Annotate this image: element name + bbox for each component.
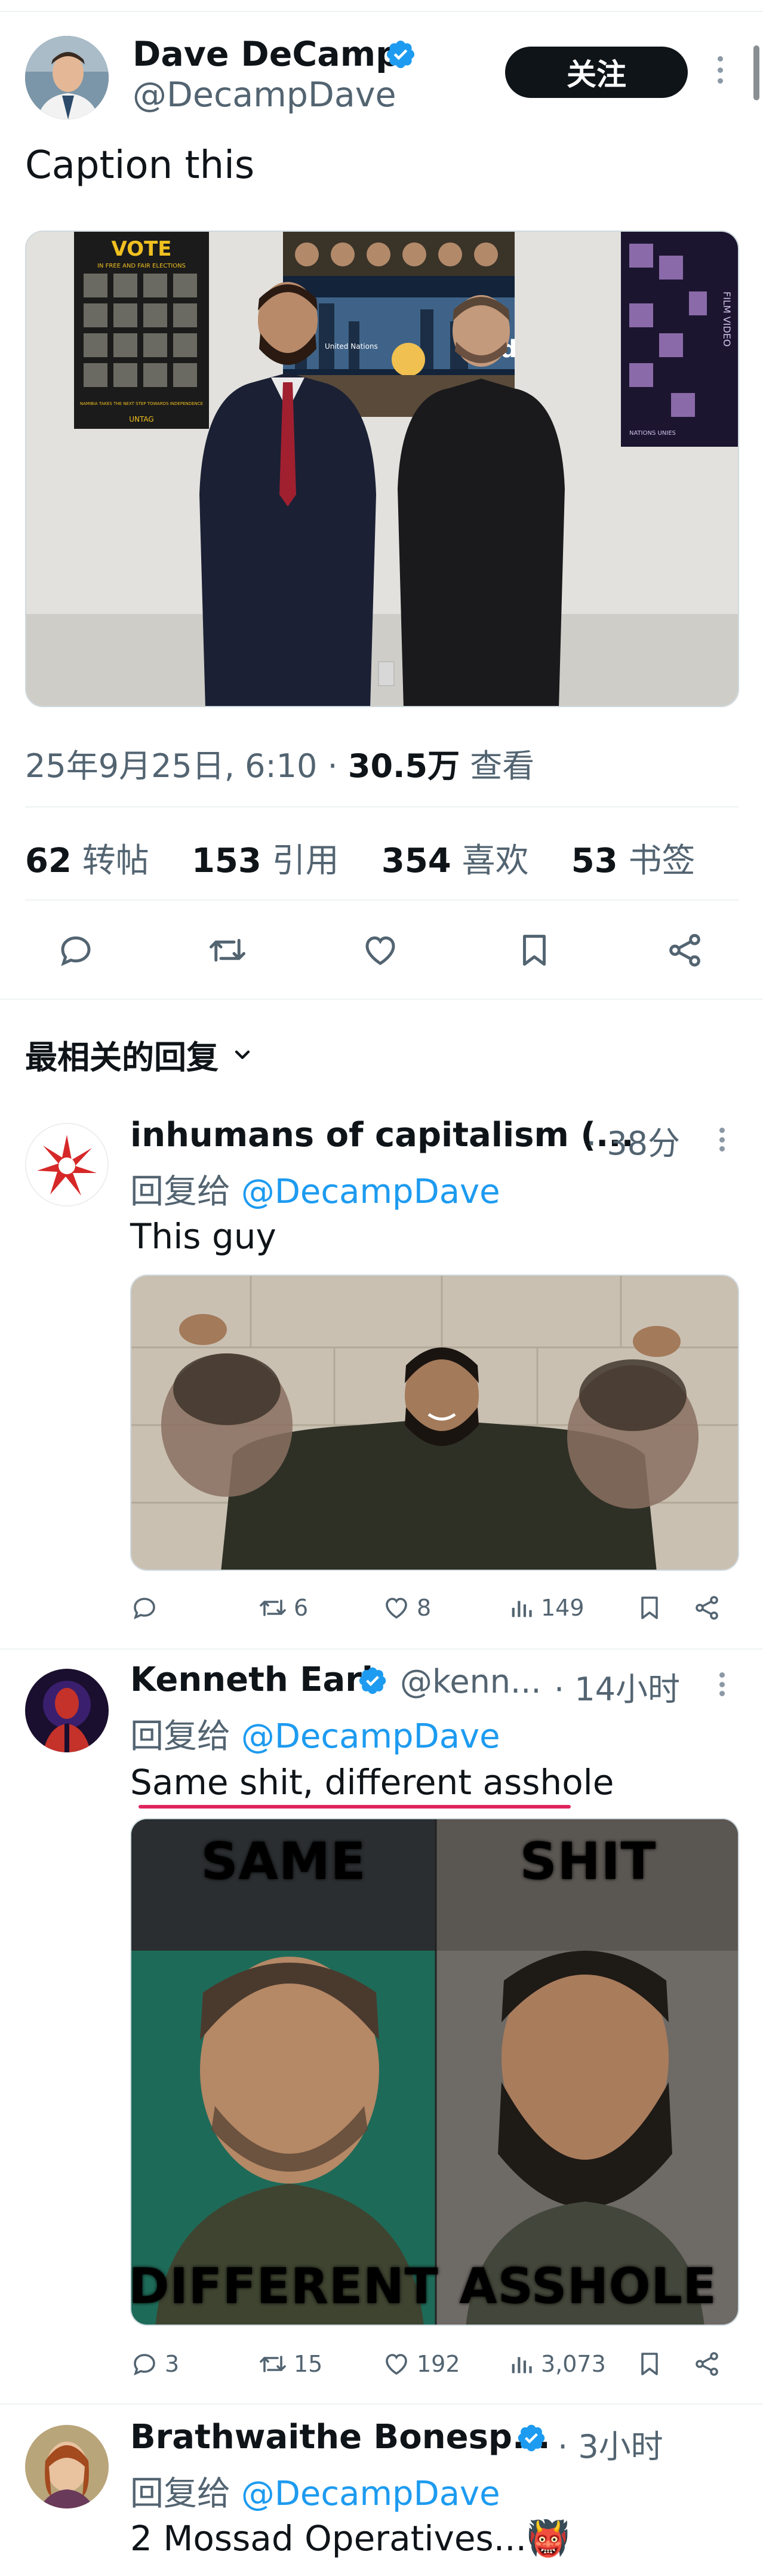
stat-likes[interactable]: 354 喜欢 bbox=[382, 842, 529, 880]
replying-to: 回复给 @DecampDave bbox=[130, 1717, 500, 1756]
meme-top-right: SHIT bbox=[520, 1832, 657, 1892]
reply-time: · 38分 bbox=[586, 1125, 681, 1162]
reply-photo[interactable] bbox=[130, 1275, 739, 1571]
share-icon[interactable] bbox=[693, 2350, 721, 2378]
reply-avatar[interactable] bbox=[25, 1669, 109, 1752]
reply-time: · 14小时 bbox=[554, 1671, 681, 1708]
like-icon bbox=[386, 2354, 407, 2375]
stat-quotes[interactable]: 153 引用 bbox=[192, 842, 339, 880]
bookmark-icon[interactable] bbox=[635, 2350, 664, 2378]
poster-left-org: UNTAG bbox=[129, 415, 153, 423]
share-icon[interactable] bbox=[665, 931, 704, 970]
replying-to: 回复给 @DecampDave bbox=[130, 2474, 500, 2513]
meme-top-left: SAME bbox=[201, 1832, 367, 1892]
tweet-photo[interactable]: VOTE IN FREE AND FAIR ELECTIONS NAMIBIA … bbox=[25, 231, 739, 707]
replying-to-handle[interactable]: @DecampDave bbox=[241, 2474, 500, 2513]
views-label: 查看 bbox=[470, 747, 535, 785]
views-icon bbox=[512, 2357, 532, 2374]
reply-text: This guy bbox=[130, 1216, 276, 1257]
poster-right-foot: NATIONS UNIES bbox=[629, 430, 676, 437]
divider bbox=[0, 2403, 763, 2405]
views-icon bbox=[512, 1601, 532, 1617]
retweet-icon bbox=[260, 1599, 286, 1616]
tweet-datetime: 25年9月25日, 6:10 bbox=[25, 747, 318, 785]
divider bbox=[25, 899, 739, 901]
tweet-text: Caption this bbox=[25, 143, 255, 188]
more-options-icon[interactable] bbox=[719, 1672, 725, 1696]
poster-left-foot: NAMIBIA TAKES THE NEXT STEP TOWARDS INDE… bbox=[80, 401, 203, 406]
replying-to-handle[interactable]: @DecampDave bbox=[241, 1717, 500, 1756]
reply-author-name[interactable]: Kenneth Earl bbox=[130, 1660, 373, 1699]
reply-icon bbox=[134, 2354, 155, 2376]
more-options-icon[interactable] bbox=[719, 1128, 725, 1152]
reply-action-retweet[interactable]: 6 bbox=[258, 1594, 308, 1622]
reply-action-reply[interactable] bbox=[130, 1594, 165, 1622]
divider bbox=[0, 1648, 763, 1650]
verified-badge-icon bbox=[384, 38, 417, 70]
poster-right-text: FILM VIDEO bbox=[721, 291, 733, 346]
poster-left-sub: IN FREE AND FAIR ELECTIONS bbox=[97, 263, 186, 269]
reply-author-name[interactable]: Brathwaithe Bonesp... bbox=[130, 2418, 550, 2457]
poster-left-title: VOTE bbox=[111, 237, 171, 261]
reply-avatar[interactable] bbox=[25, 1123, 109, 1206]
more-options-icon[interactable] bbox=[716, 56, 724, 84]
reply-action-views[interactable]: 149 bbox=[507, 1594, 584, 1622]
follow-button[interactable]: 关注 bbox=[505, 47, 688, 98]
stat-reposts[interactable]: 62 转帖 bbox=[25, 842, 149, 880]
like-icon[interactable] bbox=[361, 931, 400, 970]
reply-author-handle[interactable]: @kenn... bbox=[400, 1663, 542, 1700]
reply-text: Same shit, different asshole bbox=[130, 1762, 614, 1803]
verified-badge-icon bbox=[516, 2423, 547, 2454]
replying-to: 回复给 @DecampDave bbox=[130, 1172, 500, 1211]
reply-icon bbox=[134, 1598, 155, 1620]
share-icon[interactable] bbox=[693, 1594, 721, 1622]
bookmark-icon[interactable] bbox=[635, 1594, 664, 1622]
like-icon bbox=[386, 1598, 407, 1619]
reply-author-name[interactable]: inhumans of capitalism (... bbox=[130, 1116, 634, 1155]
meme-image[interactable]: SAME SHIT DIFFERENT ASSHOLE bbox=[130, 1818, 739, 2326]
scrollbar-thumb[interactable] bbox=[753, 45, 759, 100]
reply-text: 2 Mossad Operatives...👹 bbox=[130, 2518, 570, 2559]
author-name[interactable]: Dave DeCamp bbox=[133, 35, 400, 74]
meta-separator: · bbox=[327, 747, 338, 785]
reply-sort-selector[interactable]: 最相关的回复 bbox=[25, 1031, 254, 1078]
divider bbox=[0, 999, 763, 1000]
meme-bottom-left: DIFFERENT bbox=[131, 2258, 439, 2315]
retweet-icon bbox=[260, 2356, 286, 2372]
meme-bottom-right: ASSHOLE bbox=[459, 2258, 717, 2315]
reply-sort-label: 最相关的回复 bbox=[25, 1039, 219, 1076]
views-count: 30.5万 bbox=[347, 747, 460, 785]
reply-action-retweet[interactable]: 15 bbox=[258, 2350, 322, 2378]
divider bbox=[25, 806, 739, 808]
reply-action-views[interactable]: 3,073 bbox=[507, 2350, 606, 2378]
verified-badge-icon bbox=[357, 1665, 388, 1696]
reply-avatar[interactable] bbox=[25, 2425, 109, 2509]
reply-action-like[interactable]: 192 bbox=[382, 2350, 460, 2378]
reply-time: · 3小时 bbox=[558, 2428, 663, 2466]
chevron-down-icon bbox=[235, 1050, 250, 1059]
bookmark-icon[interactable] bbox=[515, 931, 554, 970]
reply-action-reply[interactable]: 3 bbox=[130, 2350, 179, 2378]
author-avatar[interactable] bbox=[25, 36, 109, 119]
replying-to-handle[interactable]: @DecampDave bbox=[241, 1172, 500, 1211]
retweet-icon[interactable] bbox=[207, 931, 248, 970]
stat-bookmarks[interactable]: 53 书签 bbox=[571, 842, 696, 880]
author-handle[interactable]: @DecampDave bbox=[133, 75, 396, 115]
text-underline-markup bbox=[139, 1805, 571, 1809]
top-divider bbox=[0, 11, 763, 12]
reply-icon[interactable] bbox=[56, 931, 96, 970]
tweet-stats: 62 转帖 153 引用 354 喜欢 53 书签 bbox=[25, 834, 696, 882]
reply-action-like[interactable]: 8 bbox=[382, 1594, 431, 1622]
poster-center-text: United Nations bbox=[325, 342, 378, 351]
tweet-meta: 25年9月25日, 6:10 · 30.5万 查看 bbox=[25, 739, 534, 787]
